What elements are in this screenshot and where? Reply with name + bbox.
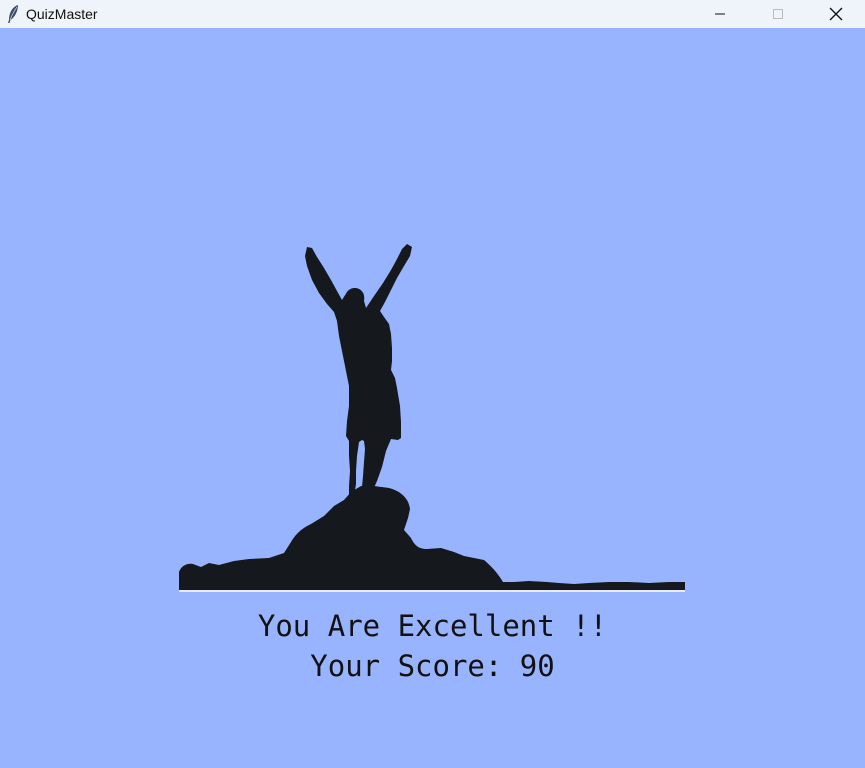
title-bar[interactable]: QuizMaster — [0, 0, 865, 28]
window-title: QuizMaster — [26, 6, 98, 22]
maximize-icon — [773, 9, 783, 19]
feather-icon — [2, 3, 24, 25]
maximize-button[interactable] — [749, 0, 807, 28]
score-label: Your Score: 90 — [310, 649, 555, 683]
close-button[interactable] — [807, 0, 865, 28]
minimize-button[interactable] — [691, 0, 749, 28]
quiz-result-screen: You Are Excellent !! Your Score: 90 — [0, 28, 865, 768]
close-icon — [829, 7, 843, 21]
window-controls — [691, 0, 865, 28]
victory-silhouette-image — [179, 244, 685, 592]
minimize-icon — [715, 13, 725, 15]
result-message: You Are Excellent !! — [257, 609, 608, 643]
